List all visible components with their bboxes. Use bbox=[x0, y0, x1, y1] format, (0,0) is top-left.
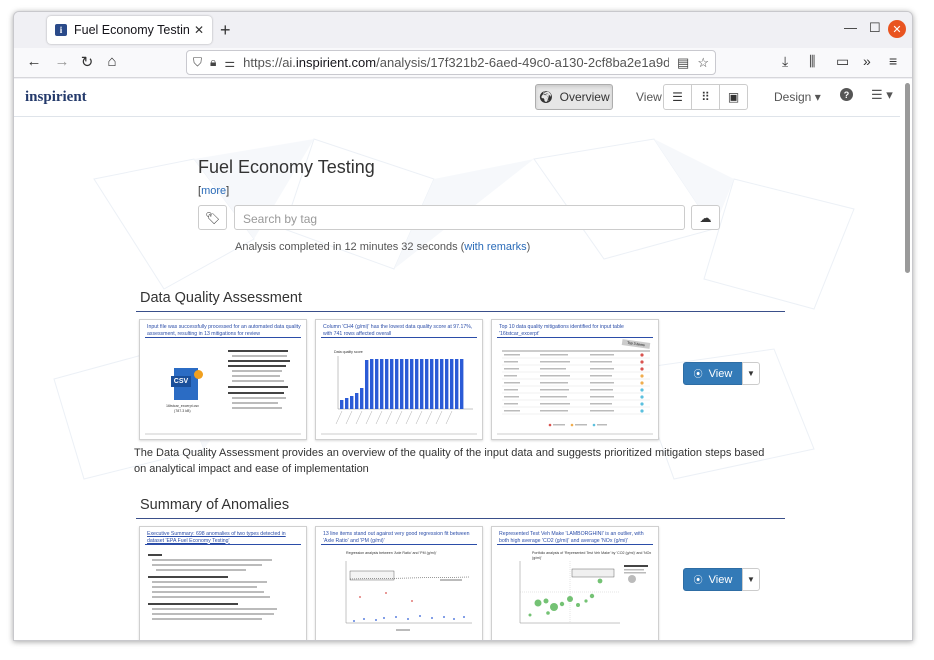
slide-rule bbox=[321, 544, 477, 545]
slide-footer bbox=[145, 640, 301, 641]
info-favicon-icon: i bbox=[55, 24, 67, 36]
section-divider bbox=[136, 518, 785, 519]
slide-anomalies-summary[interactable]: Executive Summary: 698 anomalies of two … bbox=[139, 526, 307, 641]
slide-dqa-score-chart[interactable]: Column 'CH4 (g/mi)' has the lowest data … bbox=[315, 319, 483, 440]
overview-button[interactable]: 🌍︎ Overview bbox=[535, 84, 613, 110]
bar-chart-thumbnail bbox=[335, 356, 473, 425]
section-title-data-quality: Data Quality Assessment bbox=[140, 290, 302, 306]
play-circle-icon: ⦿ bbox=[693, 369, 703, 379]
inspirient-logo[interactable]: inspirient bbox=[25, 89, 87, 106]
slide-title: 13 line items stand out against very goo… bbox=[323, 531, 470, 544]
slide-rule bbox=[321, 337, 477, 338]
more-link-wrapper: [more] bbox=[198, 185, 230, 197]
home-icon[interactable]: ⌂ bbox=[102, 53, 122, 70]
csv-label: CSV bbox=[171, 376, 191, 387]
data-quality-description: The Data Quality Assessment provides an … bbox=[134, 447, 765, 475]
more-link[interactable]: more bbox=[201, 185, 226, 197]
slide-rule bbox=[497, 544, 653, 545]
slide-title: Represented Test Veh Make 'LAMBORGHINI' … bbox=[499, 531, 644, 544]
slide-dqa-input[interactable]: Input file was successfully processed fo… bbox=[139, 319, 307, 440]
slide-dqa-mitigations[interactable]: Top 10 data quality mitigations identifi… bbox=[491, 319, 659, 440]
tab-close-icon[interactable]: ✕ bbox=[194, 23, 204, 37]
minimize-icon[interactable]: — bbox=[844, 20, 857, 35]
image-view-icon[interactable]: ▣ bbox=[719, 84, 748, 110]
url-bar[interactable]: ⛉ 🔒︎ ⚌ https://ai.inspirient.com/analysi… bbox=[186, 50, 716, 75]
view-button-label: View bbox=[708, 573, 733, 586]
analysis-completed-status: Analysis completed in 12 minutes 32 seco… bbox=[235, 241, 531, 253]
slide-title: Input file was successfully processed fo… bbox=[147, 324, 301, 337]
slide-footer bbox=[145, 433, 301, 435]
tab-bar: i Fuel Economy Testing - In ✕ + — ☐ ✕ bbox=[14, 12, 912, 48]
page-content: inspirient 🌍︎ Overview View ☰ ⠿ ▣ Design… bbox=[14, 79, 912, 641]
slide-title: Column 'CH4 (g/mi)' has the lowest data … bbox=[323, 324, 473, 337]
window-close-icon[interactable]: ✕ bbox=[888, 20, 906, 38]
chart-title: Regression analysis between 'Axle Ratio'… bbox=[346, 551, 437, 555]
bubble-chart-thumbnail bbox=[519, 561, 648, 624]
regression-chart-thumbnail bbox=[345, 561, 472, 631]
globe-icon: 🌍︎ bbox=[538, 90, 554, 104]
view-mode-group: ☰ ⠿ ▣ bbox=[663, 84, 748, 110]
view-label: View bbox=[636, 90, 662, 104]
file-size: (787.3 kB) bbox=[174, 409, 191, 413]
slide-rule bbox=[145, 544, 301, 545]
status-dot-icon bbox=[194, 370, 203, 379]
grid-view-icon[interactable]: ⠿ bbox=[691, 84, 720, 110]
lock-icon[interactable]: 🔒︎ bbox=[210, 55, 216, 70]
page-scrollbar[interactable] bbox=[905, 83, 910, 273]
forward-icon[interactable]: → bbox=[52, 53, 72, 70]
overview-label: Overview bbox=[559, 90, 610, 104]
slide-footer bbox=[497, 640, 653, 641]
slide-anomalies-portfolio[interactable]: Represented Test Veh Make 'LAMBORGHINI' … bbox=[491, 526, 659, 641]
app-menu-icon[interactable]: ☰ ▾ bbox=[871, 87, 893, 103]
section-divider bbox=[136, 311, 785, 312]
cloud-upload-icon: ☁ bbox=[699, 210, 712, 225]
reader-mode-icon[interactable]: ▤ bbox=[677, 55, 689, 71]
url-text[interactable]: https://ai.inspirient.com/analysis/17f32… bbox=[243, 55, 669, 70]
slide-footer bbox=[321, 433, 477, 435]
new-tab-icon[interactable]: + bbox=[220, 20, 231, 41]
list-view-icon[interactable]: ☰ bbox=[663, 84, 692, 110]
help-icon[interactable]: ? bbox=[840, 88, 853, 101]
tags-button[interactable]: 🏷︎ bbox=[198, 205, 227, 230]
navigation-bar: ← → ↻ ⌂ ⛉ 🔒︎ ⚌ https://ai.inspirient.com… bbox=[14, 48, 912, 78]
mitigation-table-thumbnail bbox=[502, 350, 650, 427]
view-button-label: View bbox=[708, 367, 733, 380]
slide-bullets bbox=[228, 348, 300, 428]
view-dropdown-caret-icon[interactable]: ▼ bbox=[742, 362, 760, 385]
view-anomalies-button[interactable]: ⦿ View bbox=[683, 568, 743, 591]
slide-rule bbox=[497, 337, 653, 338]
reload-icon[interactable]: ↻ bbox=[77, 53, 97, 71]
tab-title: Fuel Economy Testing - In bbox=[74, 23, 189, 37]
view-data-quality-button[interactable]: ⦿ View bbox=[683, 362, 743, 385]
shield-icon[interactable]: ⛉ bbox=[193, 55, 202, 70]
design-dropdown[interactable]: Design ▾ bbox=[774, 90, 821, 104]
back-icon[interactable]: ← bbox=[24, 53, 44, 70]
library-icon[interactable]: ⫼ bbox=[809, 53, 815, 70]
browser-tab[interactable]: i Fuel Economy Testing - In ✕ bbox=[47, 16, 212, 44]
summary-bullets bbox=[148, 551, 298, 623]
slide-footer bbox=[497, 433, 653, 435]
section-title-anomalies: Summary of Anomalies bbox=[140, 497, 290, 513]
remarks-link[interactable]: with remarks bbox=[464, 241, 526, 253]
app-header: inspirient 🌍︎ Overview View ☰ ⠿ ▣ Design… bbox=[14, 79, 900, 117]
slide-rule bbox=[145, 337, 301, 338]
page-title: Fuel Economy Testing bbox=[198, 157, 375, 177]
browser-window: i Fuel Economy Testing - In ✕ + — ☐ ✕ ← … bbox=[13, 11, 913, 641]
cloud-upload-button[interactable]: ☁ bbox=[691, 205, 720, 230]
sidebar-icon[interactable]: ▭ bbox=[836, 53, 849, 70]
maximize-icon[interactable]: ☐ bbox=[869, 20, 881, 36]
bookmark-star-icon[interactable]: ☆ bbox=[697, 55, 709, 71]
overflow-chevron-icon[interactable]: » bbox=[863, 53, 871, 69]
slide-anomalies-regression[interactable]: 13 line items stand out against very goo… bbox=[315, 526, 483, 641]
tag-search-input[interactable]: Search by tag bbox=[234, 205, 685, 230]
hamburger-menu-icon[interactable]: ≡ bbox=[889, 53, 897, 69]
permissions-icon[interactable]: ⚌ bbox=[224, 56, 235, 70]
tags-icon: 🏷︎ bbox=[204, 210, 221, 225]
download-icon[interactable]: ⤓ bbox=[782, 53, 788, 70]
slide-title: Executive Summary: 698 anomalies of two … bbox=[147, 531, 286, 544]
play-circle-icon: ⦿ bbox=[693, 575, 703, 585]
slide-footer bbox=[321, 640, 477, 641]
view-dropdown-caret-icon[interactable]: ▼ bbox=[742, 568, 760, 591]
slide-title: Top 10 data quality mitigations identifi… bbox=[499, 324, 624, 337]
